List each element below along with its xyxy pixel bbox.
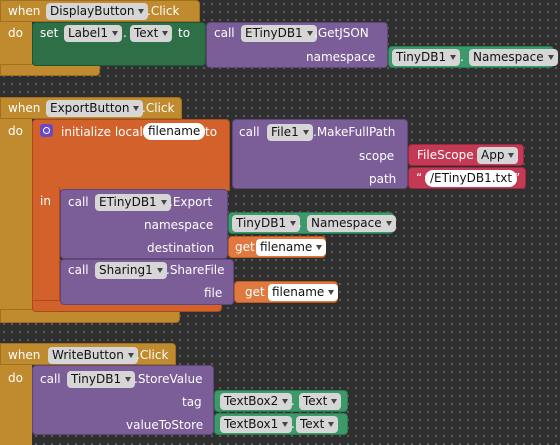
sharing-component-dropdown[interactable]: Sharing1	[95, 262, 167, 279]
tinydb-component-dropdown[interactable]: TinyDB1	[67, 371, 136, 388]
method-name: .StoreValue	[134, 372, 203, 386]
call-keyword: call	[40, 372, 61, 386]
file-component-dropdown[interactable]: File1	[267, 124, 313, 141]
close-quote: ”	[514, 171, 521, 185]
when-keyword: when	[8, 4, 41, 18]
method-name: .MakeFullPath	[313, 125, 396, 139]
component-dropdown-writebutton[interactable]: WriteButton	[48, 347, 138, 364]
event-name: .Click	[136, 348, 169, 362]
init-to-keyword: to	[205, 125, 218, 139]
path-label: path	[369, 172, 397, 186]
local-variable-name-field[interactable]: filename	[143, 123, 206, 140]
call-keyword: call	[214, 26, 235, 40]
method-name: .Export	[169, 195, 213, 209]
getter-dot: .	[291, 417, 295, 431]
path-string-field[interactable]: /ETinyDB1.txt	[425, 170, 518, 187]
getter-component-dropdown[interactable]: TextBox2	[220, 393, 293, 410]
do-keyword: do	[8, 371, 23, 385]
scope-label: scope	[359, 149, 395, 163]
gear-icon[interactable]	[40, 124, 53, 137]
getter-property-dropdown[interactable]: Text	[299, 393, 342, 410]
getter-property-dropdown[interactable]: Namespace	[307, 215, 396, 232]
arg-namespace-label: namespace	[306, 50, 376, 64]
method-name: .ShareFile	[166, 263, 225, 277]
in-keyword: in	[40, 194, 51, 208]
get-keyword: get	[235, 240, 255, 254]
tag-label: tag	[182, 395, 202, 409]
getter-dot: .	[298, 216, 302, 230]
method-name: .GetJSON	[314, 26, 369, 40]
component-dropdown-exportbutton[interactable]: ExportButton	[46, 100, 144, 117]
event-name: .Click	[147, 4, 180, 18]
call-keyword: call	[68, 263, 89, 277]
get-keyword: get	[245, 285, 265, 299]
get-variable-dropdown[interactable]: filename	[256, 239, 327, 256]
set-keyword: set	[40, 26, 59, 40]
open-quote: “	[416, 171, 423, 185]
getter-component-dropdown[interactable]: TextBox1	[220, 416, 293, 433]
when-keyword: when	[8, 101, 41, 115]
set-property-dropdown[interactable]: Text	[130, 25, 173, 42]
getter-property-dropdown[interactable]: Namespace	[469, 49, 558, 66]
filescope-label: FileScope	[417, 148, 474, 162]
call-keyword: call	[239, 125, 260, 139]
set-to-keyword: to	[178, 26, 191, 40]
namespace-label: namespace	[144, 218, 214, 232]
file-label: file	[204, 286, 223, 300]
initialize-local-keyword: initialize local	[61, 125, 143, 139]
getter-dot: .	[291, 394, 295, 408]
getter-component-dropdown[interactable]: TinyDB1	[392, 49, 461, 66]
call-keyword: call	[68, 195, 89, 209]
getter-dot: .	[460, 50, 464, 64]
when-keyword: when	[8, 348, 41, 362]
set-dot: .	[123, 26, 127, 40]
export-component-dropdown[interactable]: ETinyDB1	[95, 194, 171, 211]
value-to-store-label: valueToStore	[126, 418, 204, 432]
do-keyword: do	[8, 26, 23, 40]
get-variable-dropdown[interactable]: filename	[268, 284, 339, 301]
filescope-value-dropdown[interactable]: App	[477, 147, 519, 164]
component-dropdown-displaybutton[interactable]: DisplayButton	[46, 3, 149, 20]
getter-property-dropdown[interactable]: Text	[296, 416, 339, 433]
getter-component-dropdown[interactable]: TinyDB1	[232, 215, 301, 232]
event-name: .Click	[142, 101, 175, 115]
call-component-dropdown[interactable]: ETinyDB1	[241, 25, 317, 42]
set-component-dropdown[interactable]: Label1	[64, 25, 123, 42]
event-block-exportbutton-do-arm[interactable]	[0, 119, 32, 315]
destination-label: destination	[147, 241, 215, 255]
do-keyword: do	[8, 124, 23, 138]
